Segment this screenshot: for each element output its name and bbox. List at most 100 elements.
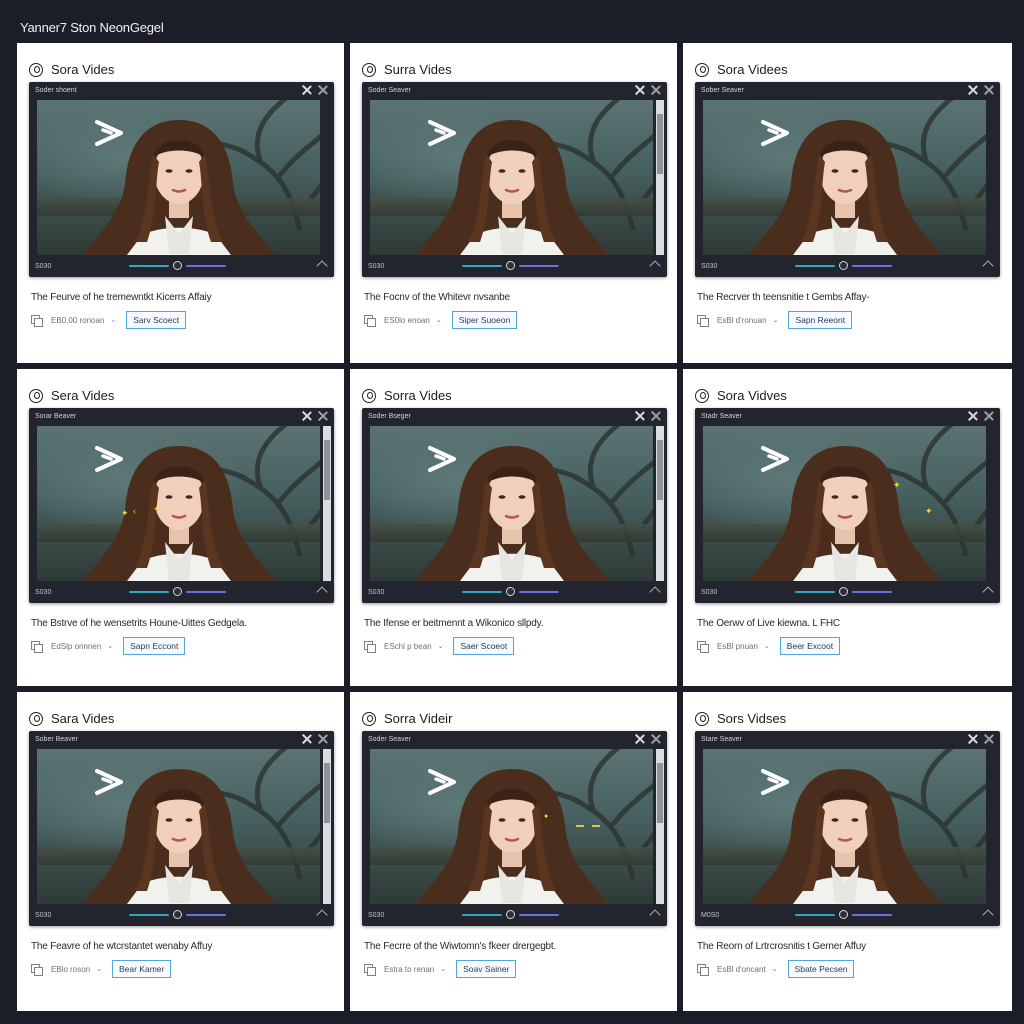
copy-icon[interactable] — [364, 640, 376, 653]
progress-knob[interactable] — [506, 587, 515, 596]
video-card[interactable]: Sors Vidses Stare Seaver M0S0 The Reorn … — [683, 692, 1012, 1011]
play-icon[interactable] — [426, 767, 458, 797]
play-icon[interactable] — [426, 444, 458, 474]
copy-icon[interactable] — [364, 314, 376, 327]
chevron-up-icon[interactable] — [649, 586, 661, 598]
copy-icon[interactable] — [697, 640, 709, 653]
close-alt-icon[interactable] — [318, 411, 328, 421]
play-icon[interactable] — [93, 767, 125, 797]
close-icon[interactable] — [302, 734, 312, 744]
copy-icon[interactable] — [31, 640, 43, 653]
copy-icon[interactable] — [697, 314, 709, 327]
video-card[interactable]: Sara Vides Sober Beaver S030 The Feavre … — [17, 692, 344, 1011]
chevron-up-icon[interactable] — [316, 909, 328, 921]
video-player[interactable]: Sober Seaver S030 — [695, 82, 1000, 277]
chevron-up-icon[interactable] — [316, 260, 328, 272]
video-card[interactable]: Sera Vides Sorar Beaver ✦ ‹ ✦ S030 The B… — [17, 369, 344, 686]
close-icon[interactable] — [635, 411, 645, 421]
copy-icon[interactable] — [31, 314, 43, 327]
action-button[interactable]: Siper Suoeon — [451, 311, 518, 329]
chevron-up-icon[interactable] — [649, 260, 661, 272]
video-frame[interactable] — [370, 100, 653, 255]
close-alt-icon[interactable] — [651, 734, 661, 744]
chevron-up-icon[interactable] — [982, 909, 994, 921]
video-card[interactable]: Sora Vides Soder shoent S030 The Feurve … — [17, 43, 344, 363]
video-frame[interactable] — [37, 749, 320, 904]
action-button[interactable]: Saer Scoeot — [453, 637, 515, 655]
video-frame[interactable]: ✦ ✦ — [703, 426, 986, 581]
chevron-down-icon[interactable]: ⌄ — [764, 642, 770, 650]
progress-slider[interactable] — [795, 587, 895, 596]
close-icon[interactable] — [302, 411, 312, 421]
action-button[interactable]: Sbate Pecsen — [787, 960, 855, 978]
close-alt-icon[interactable] — [651, 411, 661, 421]
close-alt-icon[interactable] — [984, 411, 994, 421]
play-icon[interactable] — [93, 118, 125, 148]
chevron-down-icon[interactable]: ⌄ — [438, 642, 444, 650]
close-icon[interactable] — [302, 85, 312, 95]
close-alt-icon[interactable] — [984, 85, 994, 95]
progress-slider[interactable] — [462, 261, 562, 270]
chevron-down-icon[interactable]: ⌄ — [440, 965, 446, 973]
video-player[interactable]: Sober Beaver S030 — [29, 731, 334, 926]
action-button[interactable]: Soav Sainer — [456, 960, 517, 978]
chevron-down-icon[interactable]: ⌄ — [772, 965, 778, 973]
action-button[interactable]: Sapn Eccont — [123, 637, 186, 655]
close-alt-icon[interactable] — [651, 85, 661, 95]
scrollbar[interactable] — [656, 426, 664, 581]
video-card[interactable]: Sorra Videir Soder Seaver ● S030 The Fec… — [350, 692, 677, 1011]
video-player[interactable]: Soder shoent S030 — [29, 82, 334, 277]
chevron-up-icon[interactable] — [649, 909, 661, 921]
meta-dropdown-label[interactable]: EdSlp onnnen — [51, 642, 101, 651]
video-card[interactable]: Sorra Vides Soder Bseger S030 The Ifense… — [350, 369, 677, 686]
progress-slider[interactable] — [462, 587, 562, 596]
copy-icon[interactable] — [697, 963, 709, 976]
video-card[interactable]: Sora Vidves Stadr Seaver ✦ ✦ S030 The Oe… — [683, 369, 1012, 686]
video-player[interactable]: Soder Seaver — [362, 82, 667, 277]
video-player[interactable]: Stadr Seaver ✦ ✦ S030 — [695, 408, 1000, 603]
video-frame[interactable] — [370, 426, 653, 581]
copy-icon[interactable] — [31, 963, 43, 976]
progress-knob[interactable] — [506, 910, 515, 919]
chevron-up-icon[interactable] — [982, 586, 994, 598]
action-button[interactable]: Sapn Reeont — [788, 311, 853, 329]
progress-knob[interactable] — [839, 910, 848, 919]
meta-dropdown-label[interactable]: ES0lo enoan — [384, 316, 430, 325]
chevron-down-icon[interactable]: ⌄ — [773, 316, 779, 324]
progress-slider[interactable] — [129, 587, 229, 596]
scrollbar[interactable] — [323, 749, 331, 904]
action-button[interactable]: Bear Kamer — [112, 960, 172, 978]
scrollbar[interactable] — [656, 749, 664, 904]
video-frame[interactable]: ✦ ‹ ✦ — [37, 426, 320, 581]
meta-dropdown-label[interactable]: EsBl d'oncant — [717, 965, 766, 974]
play-icon[interactable] — [93, 444, 125, 474]
meta-dropdown-label[interactable]: EB0.00 ronoan — [51, 316, 104, 325]
progress-slider[interactable] — [129, 261, 229, 270]
progress-slider[interactable] — [795, 910, 895, 919]
progress-knob[interactable] — [173, 910, 182, 919]
meta-dropdown-label[interactable]: Estra to renan — [384, 965, 434, 974]
progress-slider[interactable] — [462, 910, 562, 919]
close-icon[interactable] — [635, 734, 645, 744]
play-icon[interactable] — [759, 444, 791, 474]
meta-dropdown-label[interactable]: ESchl p bean — [384, 642, 432, 651]
progress-slider[interactable] — [129, 910, 229, 919]
close-icon[interactable] — [968, 411, 978, 421]
video-player[interactable]: Sorar Beaver ✦ ‹ ✦ S030 — [29, 408, 334, 603]
chevron-down-icon[interactable]: ⌄ — [436, 316, 442, 324]
chevron-down-icon[interactable]: ⌄ — [107, 642, 113, 650]
progress-knob[interactable] — [173, 261, 182, 270]
chevron-up-icon[interactable] — [316, 586, 328, 598]
play-icon[interactable] — [759, 767, 791, 797]
chevron-down-icon[interactable]: ⌄ — [110, 316, 116, 324]
copy-icon[interactable] — [364, 963, 376, 976]
close-alt-icon[interactable] — [984, 734, 994, 744]
video-card[interactable]: Sora Videes Sober Seaver S030 The Recrve… — [683, 43, 1012, 363]
chevron-up-icon[interactable] — [982, 260, 994, 272]
video-player[interactable]: Soder Bseger S030 — [362, 408, 667, 603]
video-frame[interactable] — [703, 100, 986, 255]
close-icon[interactable] — [635, 85, 645, 95]
meta-dropdown-label[interactable]: EsBl pnuan — [717, 642, 758, 651]
video-player[interactable]: Soder Seaver — [362, 731, 667, 926]
video-card[interactable]: Surra Vides Soder Seaver S030 The Focnv … — [350, 43, 677, 363]
